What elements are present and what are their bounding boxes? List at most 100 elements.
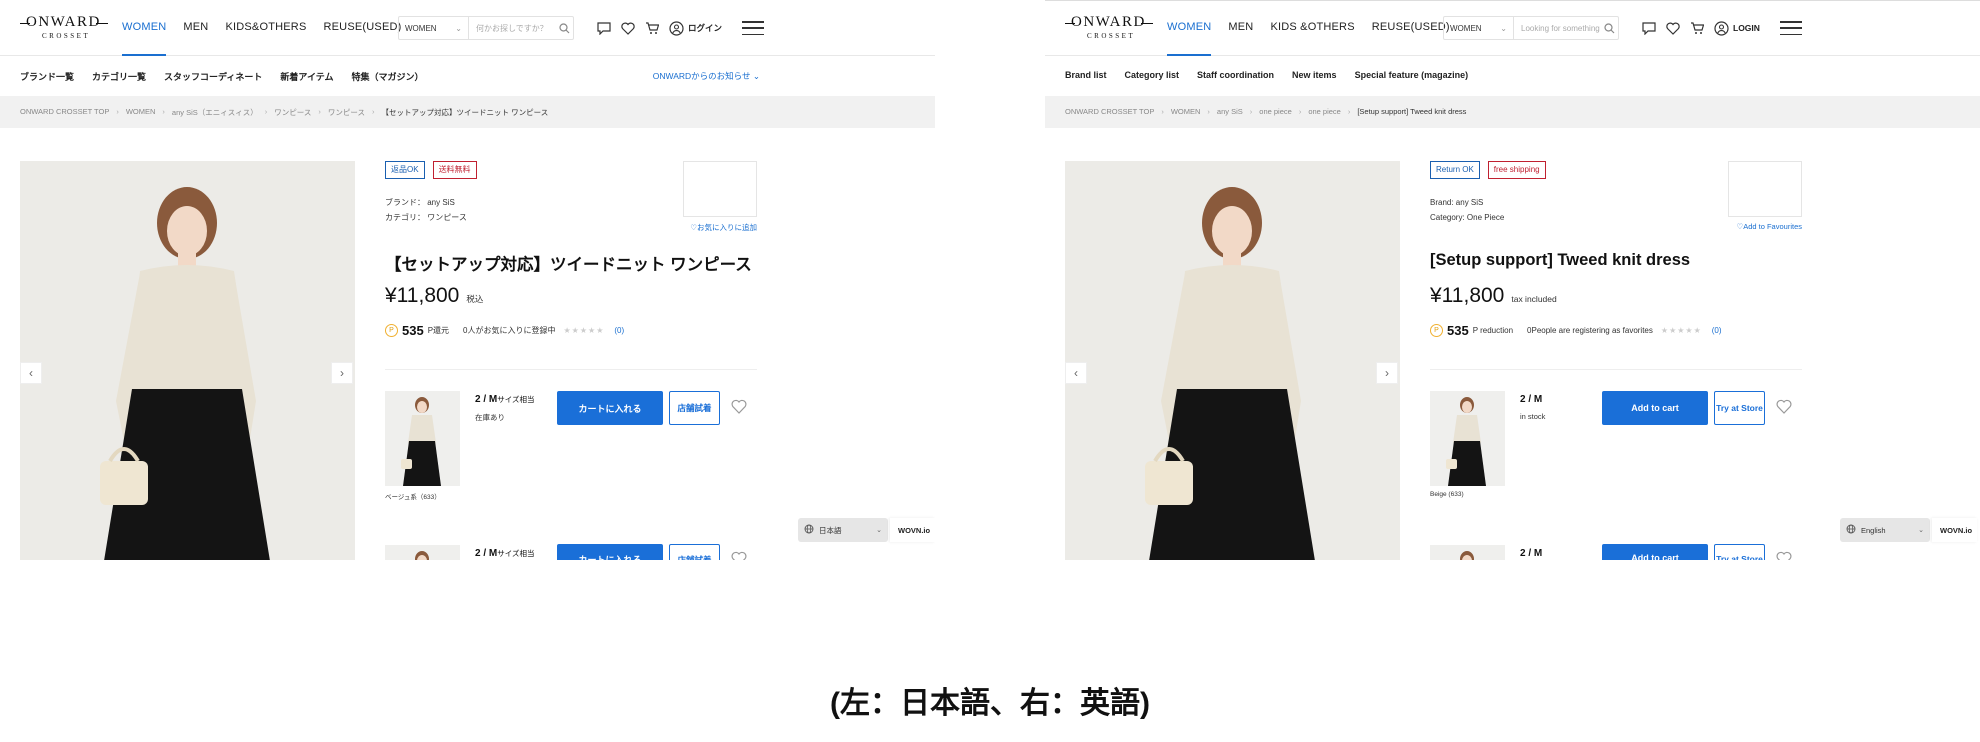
breadcrumb-item[interactable]: one piece xyxy=(1308,107,1341,116)
variant-size: 2 / Mサイズ相当 xyxy=(475,394,535,405)
news-link[interactable]: ONWARDからのお知らせ ⌄ xyxy=(653,70,760,82)
variant-color: ベージュ系（633） xyxy=(385,494,441,501)
subnav-staff-coordination[interactable]: Staff coordination xyxy=(1197,70,1274,80)
search-icon[interactable] xyxy=(1600,22,1618,34)
carousel-prev-button[interactable]: ‹ xyxy=(20,362,42,384)
variant-thumbnail[interactable] xyxy=(1430,391,1505,486)
subnav-category-list[interactable]: カテゴリ一覧 xyxy=(92,70,146,83)
search-category-select[interactable]: WOMEN ⌄ xyxy=(399,17,469,39)
breadcrumb-item[interactable]: any SiS（エニィスィス） xyxy=(172,107,258,118)
logo-wordmark: ONWARD xyxy=(1071,14,1146,30)
point-coin-icon: P xyxy=(1430,324,1443,337)
search-category-select[interactable]: WOMEN ⌄ xyxy=(1444,17,1514,39)
breadcrumb-item[interactable]: WOMEN xyxy=(1171,107,1201,116)
add-to-cart-button[interactable]: カートに入れる xyxy=(557,544,663,560)
login-link[interactable]: ログイン xyxy=(688,22,722,34)
menu-icon[interactable] xyxy=(742,21,765,35)
product-title: 【セットアップ対応】ツイードニット ワンピース xyxy=(385,256,752,274)
tax-label: 税込 xyxy=(466,294,484,304)
nav-reuse[interactable]: REUSE(USED) xyxy=(324,21,402,56)
add-to-favorites-link[interactable]: ♡Add to Favourites xyxy=(1728,222,1802,231)
favorite-heart-icon[interactable] xyxy=(731,551,747,560)
variant-thumbnail[interactable] xyxy=(385,391,460,486)
globe-icon xyxy=(804,524,814,536)
variant-size-value: 2 / M xyxy=(475,394,498,405)
breadcrumb-item[interactable]: one piece xyxy=(1259,107,1292,116)
favorite-heart-icon[interactable] xyxy=(1776,399,1792,415)
add-to-cart-button[interactable]: Add to cart xyxy=(1602,391,1708,425)
product-image[interactable] xyxy=(20,161,355,560)
breadcrumb-item[interactable]: ワンピース xyxy=(328,107,365,118)
nav-men[interactable]: MEN xyxy=(1228,21,1253,56)
favorite-heart-icon[interactable] xyxy=(1776,551,1792,560)
search-icon[interactable] xyxy=(555,22,573,34)
login-link[interactable]: LOGIN xyxy=(1733,23,1760,33)
menu-icon[interactable] xyxy=(1779,21,1802,35)
subnav-brand-list[interactable]: ブランド一覧 xyxy=(20,70,74,83)
points-label: P還元 xyxy=(427,326,450,335)
cart-icon[interactable] xyxy=(644,20,660,36)
carousel-prev-button[interactable]: ‹ xyxy=(1065,362,1087,384)
nav-women[interactable]: WOMEN xyxy=(1167,21,1212,56)
cart-icon[interactable] xyxy=(1689,20,1705,36)
subnav-new-items[interactable]: New items xyxy=(1292,70,1337,80)
heart-icon[interactable] xyxy=(1665,20,1681,36)
try-at-store-button[interactable]: 店舗試着 xyxy=(669,544,720,560)
breadcrumb-item[interactable]: WOMEN xyxy=(126,107,156,118)
onward-crosset-logo[interactable]: ONWARD CROSSET xyxy=(20,14,108,42)
subnav-category-list[interactable]: Category list xyxy=(1125,70,1180,80)
language-selector[interactable]: English ⌄ xyxy=(1840,518,1930,542)
variant-size-value: 2 / M xyxy=(475,548,498,559)
favorite-heart-icon[interactable] xyxy=(731,399,747,415)
subnav-special-feature[interactable]: Special feature (magazine) xyxy=(1355,70,1469,80)
variant-size: 2 / M xyxy=(1520,548,1542,559)
review-count-link[interactable]: (0) xyxy=(614,326,624,335)
points-row: P 535 P reduction 0People are registerin… xyxy=(1430,323,1722,338)
search-input[interactable]: Looking for something xyxy=(1514,24,1600,33)
onward-crosset-logo[interactable]: ONWARD CROSSET xyxy=(1065,14,1153,42)
subnav-new-items[interactable]: 新着アイテム xyxy=(280,70,333,83)
logo-subtitle: CROSSET xyxy=(42,32,91,40)
nav-women[interactable]: WOMEN xyxy=(122,21,167,56)
language-label: 日本語 xyxy=(819,525,842,535)
add-to-cart-button[interactable]: カートに入れる xyxy=(557,391,663,425)
breadcrumb-item[interactable]: any SiS xyxy=(1217,107,1243,116)
chat-icon[interactable] xyxy=(596,20,612,36)
points-value: 535 xyxy=(402,323,424,338)
carousel-next-button[interactable]: › xyxy=(331,362,353,384)
subnav-special-feature[interactable]: 特集（マガジン） xyxy=(352,70,424,83)
subnav-brand-list[interactable]: Brand list xyxy=(1065,70,1107,80)
carousel-next-button[interactable]: › xyxy=(1376,362,1398,384)
try-at-store-button[interactable]: 店舗試着 xyxy=(669,391,720,425)
add-to-favorites-link[interactable]: ♡お気に入りに追加 xyxy=(683,222,757,233)
search-input[interactable]: 何かお探しですか？ xyxy=(469,23,555,34)
nav-kids-others[interactable]: KIDS &OTHERS xyxy=(1270,21,1354,56)
try-at-store-button[interactable]: Try at Store xyxy=(1714,391,1765,425)
nav-kids-others[interactable]: KIDS&OTHERS xyxy=(225,21,306,56)
try-at-store-button[interactable]: Try at Store xyxy=(1714,544,1765,560)
review-count-link[interactable]: (0) xyxy=(1712,326,1722,335)
language-selector[interactable]: 日本語 ⌄ xyxy=(798,518,888,542)
variant-thumbnail[interactable] xyxy=(385,545,460,560)
heart-icon[interactable] xyxy=(620,20,636,36)
chat-icon[interactable] xyxy=(1641,20,1657,36)
user-icon[interactable] xyxy=(668,20,684,36)
chevron-down-icon: ⌄ xyxy=(876,527,882,534)
favorite-count-text: 0People are registering as favorites xyxy=(1527,326,1653,335)
breadcrumb-item[interactable]: ONWARD CROSSET TOP xyxy=(1065,107,1154,116)
rating-stars-icon: ★★★★★ xyxy=(563,326,605,335)
product-page-english: ONWARD CROSSET WOMEN MEN KIDS &OTHERS RE… xyxy=(1045,0,1980,560)
nav-men[interactable]: MEN xyxy=(183,21,208,56)
breadcrumb-item[interactable]: ONWARD CROSSET TOP xyxy=(20,107,109,118)
search-category-value: WOMEN xyxy=(405,23,437,33)
variant-thumbnail[interactable] xyxy=(1430,545,1505,560)
user-icon[interactable] xyxy=(1713,20,1729,36)
wovn-logo[interactable]: WOVN.io xyxy=(890,518,935,542)
add-to-cart-button[interactable]: Add to cart xyxy=(1602,544,1708,560)
product-image[interactable] xyxy=(1065,161,1400,560)
main-nav: WOMEN MEN KIDS&OTHERS REUSE(USED) xyxy=(122,21,419,56)
subnav-staff-coordination[interactable]: スタッフコーディネート xyxy=(164,70,262,83)
wovn-logo[interactable]: WOVN.io xyxy=(1932,518,1977,542)
breadcrumb-item[interactable]: ワンピース xyxy=(274,107,311,118)
nav-reuse[interactable]: REUSE(USED) xyxy=(1372,21,1450,56)
